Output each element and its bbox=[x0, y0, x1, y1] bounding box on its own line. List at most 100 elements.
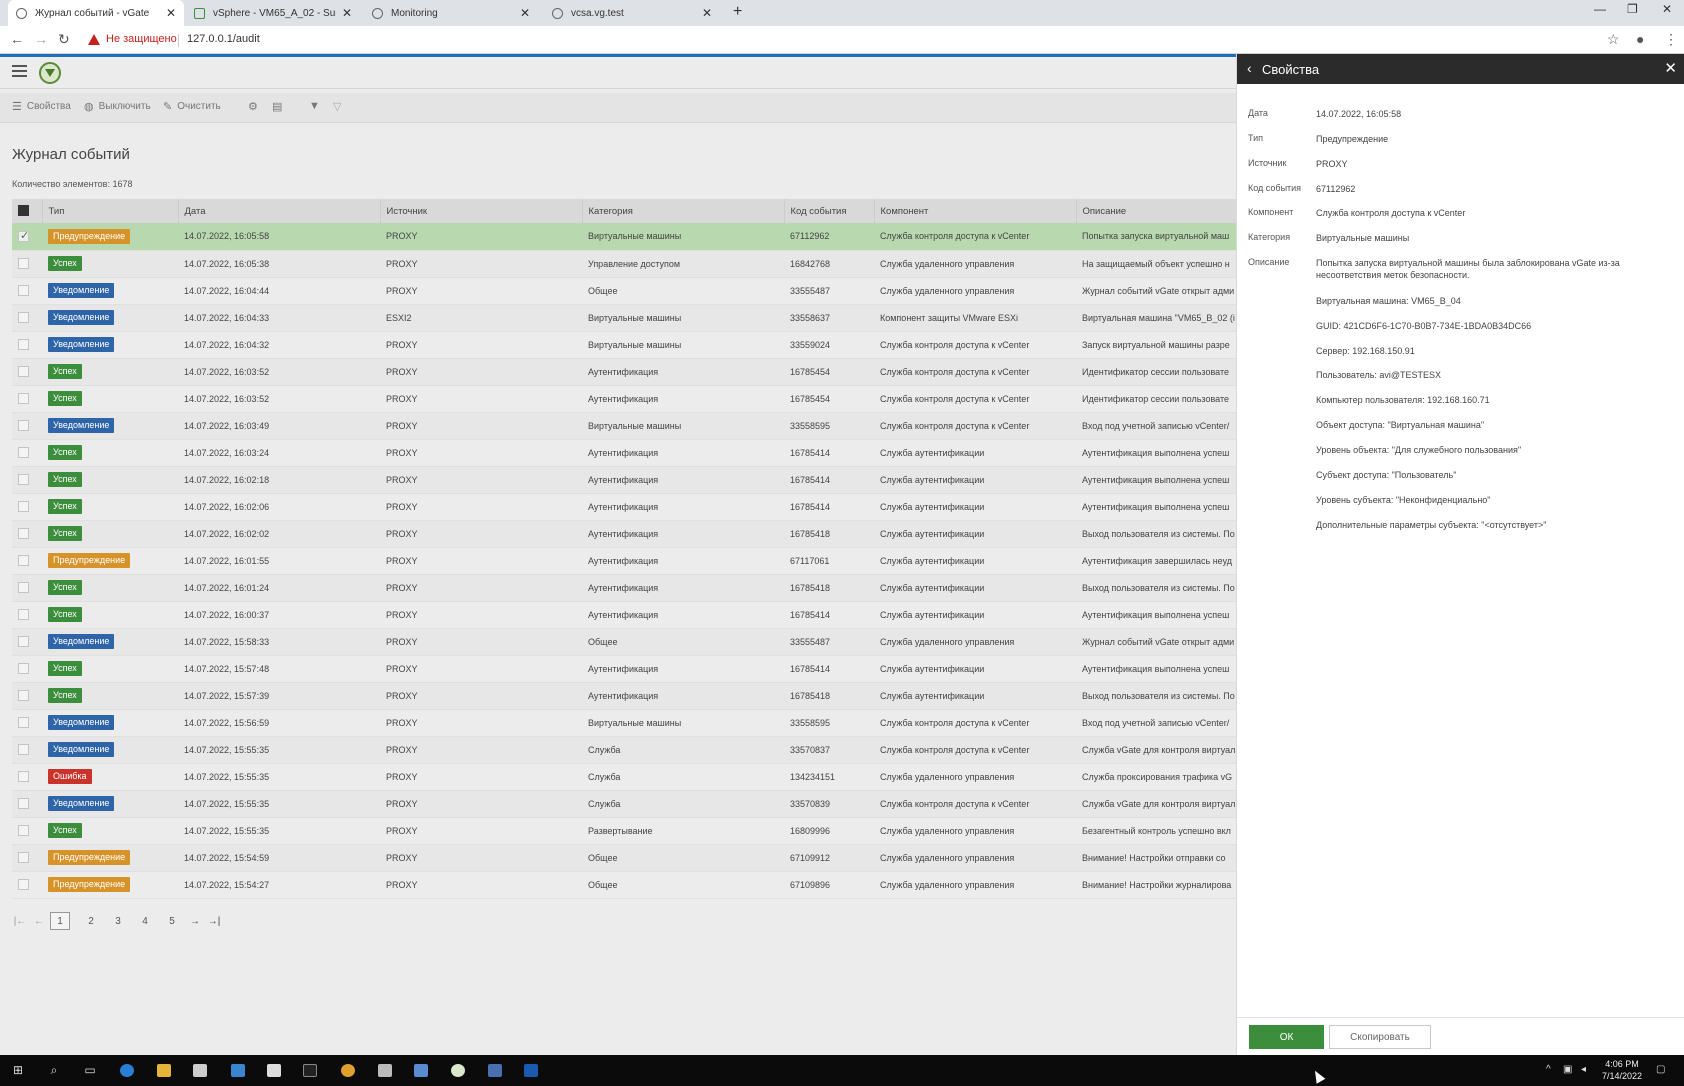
vgate-icon[interactable] bbox=[448, 1061, 468, 1079]
menu-dots-icon[interactable]: ⋮ bbox=[1664, 31, 1678, 48]
close-icon[interactable]: ✕ bbox=[166, 6, 176, 20]
gear-icon[interactable]: ⚙ bbox=[248, 100, 258, 113]
row-checkbox[interactable] bbox=[12, 709, 42, 737]
row-checkbox[interactable] bbox=[12, 601, 42, 629]
page-button[interactable]: 2 bbox=[79, 912, 103, 930]
chevron-left-icon[interactable]: ‹ bbox=[1247, 60, 1252, 76]
row-checkbox[interactable] bbox=[12, 412, 42, 440]
row-checkbox[interactable] bbox=[12, 277, 42, 305]
app-icon[interactable] bbox=[264, 1061, 284, 1079]
table-row[interactable]: Предупреждение 14.07.2022, 15:54:27 PROXY О… bbox=[12, 871, 1236, 899]
url-input[interactable]: 127.0.0.1/audit bbox=[187, 33, 260, 45]
column-header[interactable]: Описание bbox=[1076, 199, 1237, 223]
back-icon[interactable]: ← bbox=[10, 31, 24, 47]
table-row[interactable]: Уведомление 14.07.2022, 16:03:49 PROXY Вирт… bbox=[12, 412, 1236, 440]
last-page-icon[interactable]: →| bbox=[206, 912, 222, 930]
row-checkbox[interactable] bbox=[12, 682, 42, 710]
prev-page-icon[interactable]: ← bbox=[31, 912, 47, 930]
table-row[interactable]: Успех 14.07.2022, 16:02:06 PROXY Аутентифик… bbox=[12, 493, 1236, 521]
column-header[interactable]: Компонент bbox=[874, 199, 1077, 223]
app-icon[interactable] bbox=[375, 1061, 395, 1079]
column-header[interactable]: Тип bbox=[42, 199, 179, 223]
table-row[interactable]: Успех 14.07.2022, 16:00:37 PROXY Аутентифик… bbox=[12, 601, 1236, 629]
row-checkbox[interactable] bbox=[12, 331, 42, 359]
disable-button[interactable]: ◍ Выключить bbox=[84, 100, 151, 113]
row-checkbox[interactable] bbox=[12, 844, 42, 872]
table-row[interactable]: Уведомление 14.07.2022, 15:55:35 PROXY Служ… bbox=[12, 736, 1236, 764]
file-explorer-icon[interactable] bbox=[154, 1061, 174, 1079]
page-button-current[interactable]: 1 bbox=[50, 912, 70, 930]
row-checkbox[interactable] bbox=[12, 655, 42, 683]
copy-button[interactable]: Скопировать bbox=[1329, 1025, 1431, 1049]
next-page-icon[interactable]: → bbox=[187, 912, 203, 930]
column-header[interactable]: Код события bbox=[784, 199, 875, 223]
row-checkbox[interactable] bbox=[12, 817, 42, 845]
table-row[interactable]: Успех 14.07.2022, 16:05:38 PROXY Управление… bbox=[12, 250, 1236, 278]
browser-tab-vsphere[interactable]: vSphere - VM65_A_02 - Summar ✕ bbox=[186, 0, 360, 26]
table-row[interactable]: Предупреждение 14.07.2022, 16:01:55 PROXY А… bbox=[12, 547, 1236, 575]
column-header[interactable]: Источник bbox=[380, 199, 583, 223]
app-icon[interactable] bbox=[190, 1061, 210, 1079]
ok-button[interactable]: ОК bbox=[1249, 1025, 1324, 1049]
close-icon[interactable]: ✕ bbox=[520, 6, 530, 20]
star-icon[interactable]: ☆ bbox=[1607, 31, 1620, 48]
app-icon[interactable] bbox=[521, 1061, 541, 1079]
table-row[interactable]: Ошибка 14.07.2022, 15:55:35 PROXY Служба 134… bbox=[12, 763, 1236, 791]
row-checkbox[interactable] bbox=[12, 385, 42, 413]
first-page-icon[interactable]: |← bbox=[12, 912, 28, 930]
edge-icon[interactable] bbox=[117, 1061, 137, 1079]
select-all-checkbox[interactable] bbox=[12, 199, 43, 223]
hamburger-menu-icon[interactable] bbox=[12, 65, 27, 77]
table-row[interactable]: Успех 14.07.2022, 16:03:52 PROXY Аутентифик… bbox=[12, 385, 1236, 413]
terminal-icon[interactable] bbox=[300, 1061, 320, 1079]
close-icon[interactable]: ✕ bbox=[342, 6, 352, 20]
row-checkbox[interactable] bbox=[12, 223, 42, 251]
table-row[interactable]: Уведомление 14.07.2022, 16:04:33 ESXI2 Вирт… bbox=[12, 304, 1236, 332]
table-row[interactable]: Успех 14.07.2022, 16:01:24 PROXY Аутентифик… bbox=[12, 574, 1236, 602]
row-checkbox[interactable] bbox=[12, 250, 42, 278]
table-row[interactable]: Уведомление 14.07.2022, 15:58:33 PROXY Обще… bbox=[12, 628, 1236, 656]
page-button[interactable]: 4 bbox=[133, 912, 157, 930]
row-checkbox[interactable] bbox=[12, 871, 42, 899]
clock[interactable]: 4:06 PM 7/14/2022 bbox=[1600, 1058, 1644, 1082]
profile-icon[interactable]: ● bbox=[1636, 31, 1644, 47]
browser-tab-vcsa[interactable]: vcsa.vg.test ✕ bbox=[544, 0, 720, 26]
chrome-icon[interactable] bbox=[338, 1061, 358, 1079]
row-checkbox[interactable] bbox=[12, 736, 42, 764]
row-checkbox[interactable] bbox=[12, 358, 42, 386]
browser-tab-vgate[interactable]: Журнал событий - vGate ✕ bbox=[8, 0, 184, 26]
window-close-icon[interactable]: ✕ bbox=[1662, 2, 1672, 16]
task-view-icon[interactable]: ▭ bbox=[80, 1061, 100, 1079]
notifications-icon[interactable]: ▢ bbox=[1656, 1064, 1665, 1075]
row-checkbox[interactable] bbox=[12, 304, 42, 332]
export-icon[interactable]: ▤ bbox=[272, 100, 282, 113]
page-button[interactable]: 3 bbox=[106, 912, 130, 930]
close-icon[interactable]: ✕ bbox=[1664, 59, 1677, 77]
row-checkbox[interactable] bbox=[12, 547, 42, 575]
volume-icon[interactable]: ◂ bbox=[1581, 1064, 1586, 1075]
new-tab-button[interactable]: + bbox=[733, 3, 742, 21]
row-checkbox[interactable] bbox=[12, 493, 42, 521]
column-header[interactable]: Дата bbox=[178, 199, 381, 223]
table-row[interactable]: Успех 14.07.2022, 16:03:24 PROXY Аутентифик… bbox=[12, 439, 1236, 467]
forward-icon[interactable]: → bbox=[34, 31, 48, 47]
properties-button[interactable]: ☰ Свойства bbox=[12, 100, 71, 113]
search-icon[interactable]: ⌕ bbox=[44, 1061, 64, 1079]
restore-icon[interactable]: ❐ bbox=[1627, 2, 1638, 16]
row-checkbox[interactable] bbox=[12, 466, 42, 494]
clear-button[interactable]: ✎ Очистить bbox=[163, 100, 221, 113]
row-checkbox[interactable] bbox=[12, 763, 42, 791]
security-warning[interactable]: Не защищено bbox=[88, 33, 177, 45]
close-icon[interactable]: ✕ bbox=[702, 6, 712, 20]
table-row[interactable]: Успех 14.07.2022, 15:57:48 PROXY Аутентифик… bbox=[12, 655, 1236, 683]
windows-start-icon[interactable]: ⊞ bbox=[8, 1061, 28, 1079]
column-header[interactable]: Категория bbox=[582, 199, 785, 223]
table-row[interactable]: Успех 14.07.2022, 16:02:02 PROXY Аутентифик… bbox=[12, 520, 1236, 548]
page-button[interactable]: 5 bbox=[160, 912, 184, 930]
browser-tab-monitoring[interactable]: Monitoring ✕ bbox=[364, 0, 538, 26]
minimize-icon[interactable]: — bbox=[1594, 2, 1606, 16]
table-row[interactable]: Успех 14.07.2022, 15:55:35 PROXY Развертыва… bbox=[12, 817, 1236, 845]
table-row[interactable]: Успех 14.07.2022, 16:02:18 PROXY Аутентифик… bbox=[12, 466, 1236, 494]
table-row[interactable]: Уведомление 14.07.2022, 15:55:35 PROXY Служ… bbox=[12, 790, 1236, 818]
row-checkbox[interactable] bbox=[12, 574, 42, 602]
